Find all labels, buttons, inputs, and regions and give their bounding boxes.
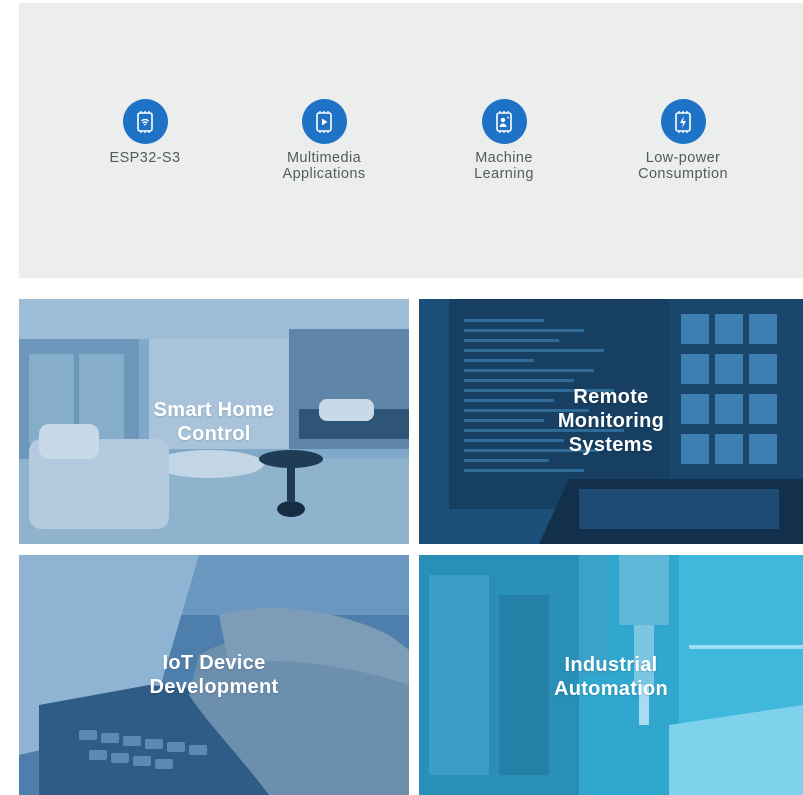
chip-play-icon <box>301 99 347 144</box>
feature-label: Multimedia Applications <box>282 150 366 182</box>
feature-esp32-s3: ESP32-S3 <box>55 99 235 166</box>
tile-title: IoT Device Development <box>149 652 279 698</box>
feature-label: Low-power Consumption <box>638 150 728 182</box>
tile-title: Smart Home Control <box>153 399 275 445</box>
feature-label: ESP32-S3 <box>109 150 181 166</box>
chip-battery-icon <box>660 99 706 144</box>
chip-person-icon <box>481 99 527 144</box>
feature-multimedia-applications: Multimedia Applications <box>234 99 414 182</box>
chip-wifi-icon <box>122 99 168 144</box>
tile-title: Remote Monitoring Systems <box>557 386 665 456</box>
feature-label: Machine Learning <box>474 150 534 182</box>
features-panel: ESP32-S3 Multimedia Applications Machine… <box>19 3 803 278</box>
tile-smart-home-control[interactable]: Smart Home Control <box>19 299 409 544</box>
feature-machine-learning: Machine Learning <box>414 99 594 182</box>
tile-iot-device-development[interactable]: IoT Device Development <box>19 555 409 795</box>
feature-low-power-consumption: Low-power Consumption <box>593 99 773 182</box>
tile-title: Industrial Automation <box>553 654 669 700</box>
tile-remote-monitoring-systems[interactable]: Remote Monitoring Systems <box>419 299 803 544</box>
tile-industrial-automation[interactable]: Industrial Automation <box>419 555 803 795</box>
